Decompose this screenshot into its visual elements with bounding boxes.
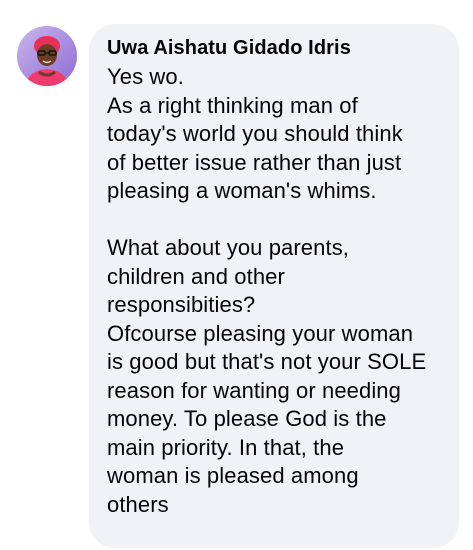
comment-line: today's world you should think	[107, 121, 403, 146]
comment-line: children and other	[107, 263, 285, 289]
comment-line: is good but that's not your SOLE	[107, 349, 427, 374]
comment-line: money. To please God is the	[107, 406, 387, 431]
comment-line: Yes wo.	[107, 64, 184, 89]
comment-line: woman is pleased among	[107, 463, 359, 488]
comment-text: Yes wo. As a right thinking man of today…	[107, 63, 445, 519]
comment-blank-line	[107, 206, 445, 235]
comment-line: What about you parents,	[107, 235, 350, 260]
comment-bubble: Uwa Aishatu Gidado Idris Yes wo. As a ri…	[89, 24, 459, 548]
comment-line: As a right thinking man of	[107, 92, 358, 118]
comment-line: of better issue rather than just	[107, 149, 402, 175]
avatar[interactable]	[17, 26, 77, 86]
comment-line: reason for wanting or needing	[107, 377, 401, 403]
comment-line: main priority. In that, the	[107, 434, 345, 460]
comment-author[interactable]: Uwa Aishatu Gidado Idris	[107, 36, 445, 60]
comment-line: responsibities?	[107, 292, 256, 317]
comment-line: Ofcourse pleasing your woman	[107, 320, 414, 346]
profile-photo-icon	[17, 26, 77, 86]
comment-line: others	[107, 491, 169, 517]
comment-line: pleasing a woman's whims.	[107, 178, 377, 203]
